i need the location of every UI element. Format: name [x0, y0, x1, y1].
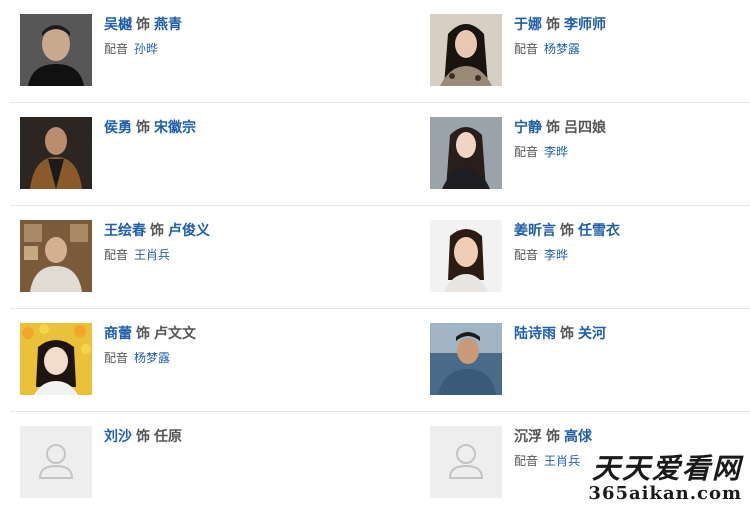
actor-photo[interactable]: [430, 220, 502, 292]
actor-name-link[interactable]: 宁静: [514, 120, 542, 136]
voice-actor-link[interactable]: 王肖兵: [134, 248, 170, 262]
voice-actor-link[interactable]: 杨梦露: [134, 351, 170, 365]
plays-separator: 饰: [136, 429, 150, 445]
dub-label: 配音: [514, 42, 539, 56]
plays-separator: 饰: [546, 17, 560, 33]
actor-photo[interactable]: [20, 14, 92, 86]
plays-separator: 饰: [136, 326, 150, 342]
role-name: 吕四娘: [564, 120, 606, 136]
actor-photo[interactable]: [430, 14, 502, 86]
plays-separator: 饰: [150, 223, 164, 239]
actor-name-link[interactable]: 姜昕言: [514, 223, 556, 239]
voice-actor-link[interactable]: 李晔: [544, 248, 568, 262]
actor-name-link[interactable]: 陆诗雨: [514, 326, 556, 342]
cast-row: 侯勇饰宋徽宗 宁静饰吕四娘 配音 李晔: [10, 103, 750, 206]
voice-actor-link[interactable]: 杨梦露: [544, 42, 580, 56]
cast-card: 侯勇饰宋徽宗: [20, 117, 350, 191]
actor-name-link[interactable]: 王绘春: [104, 223, 146, 239]
role-name-link[interactable]: 关河: [578, 326, 606, 342]
dub-label: 配音: [104, 248, 129, 262]
role-name-link[interactable]: 燕青: [154, 17, 182, 33]
dub-label: 配音: [104, 351, 129, 365]
cast-card: 姜昕言饰任雪衣 配音 李晔: [430, 220, 750, 294]
placeholder-avatar-icon[interactable]: [430, 426, 502, 498]
plays-separator: 饰: [560, 223, 574, 239]
cast-list: 吴樾饰燕青 配音 孙晔 于娜饰李师师 配音 杨梦露 侯勇 饰 宋徽宗 宁静 饰 …: [10, 0, 750, 515]
cast-row: 商蕾饰卢文文 配音 杨梦露 陆诗雨饰关河: [10, 309, 750, 412]
role-name-link[interactable]: 卢俊义: [168, 223, 210, 239]
actor-photo[interactable]: [430, 117, 502, 189]
plays-separator: 饰: [560, 326, 574, 342]
plays-separator: 饰: [136, 120, 150, 136]
actor-photo[interactable]: [430, 323, 502, 395]
role-name: 任原: [154, 429, 182, 445]
plays-separator: 饰: [546, 429, 560, 445]
watermark-logo-text: 天天爱看网: [591, 452, 742, 485]
plays-separator: 饰: [546, 120, 560, 136]
voice-actor-link[interactable]: 李晔: [544, 145, 568, 159]
cast-card: 商蕾饰卢文文 配音 杨梦露: [20, 323, 350, 397]
cast-card: 陆诗雨饰关河: [430, 323, 750, 397]
cast-card: 刘沙饰任原: [20, 426, 350, 500]
dub-label: 配音: [514, 454, 539, 468]
cast-row: 吴樾饰燕青 配音 孙晔 于娜饰李师师 配音 杨梦露: [10, 0, 750, 103]
actor-name-link[interactable]: 商蕾: [104, 326, 132, 342]
cast-card: 宁静饰吕四娘 配音 李晔: [430, 117, 750, 191]
role-name-link[interactable]: 任雪衣: [578, 223, 620, 239]
role-name-link[interactable]: 高俅: [564, 429, 592, 445]
role-name: 卢文文: [154, 326, 196, 342]
actor-name-link[interactable]: 于娜: [514, 17, 542, 33]
cast-card: 于娜饰李师师 配音 杨梦露: [430, 14, 750, 88]
role-name-link[interactable]: 李师师: [564, 17, 606, 33]
role-name-link[interactable]: 宋徽宗: [154, 120, 196, 136]
placeholder-avatar-icon[interactable]: [20, 426, 92, 498]
actor-name-link[interactable]: 侯勇: [104, 120, 132, 136]
actor-photo[interactable]: [20, 117, 92, 189]
plays-separator: 饰: [136, 17, 150, 33]
actor-name-link[interactable]: 刘沙: [104, 429, 132, 445]
watermark-url: 365aikan.com: [588, 483, 742, 504]
voice-actor-link[interactable]: 王肖兵: [544, 454, 580, 468]
cast-row: 王绘春饰卢俊义 配音 王肖兵 姜昕言饰任雪衣 配音 李晔: [10, 206, 750, 309]
dub-label: 配音: [514, 145, 539, 159]
voice-actor-link[interactable]: 孙晔: [134, 42, 158, 56]
actor-photo[interactable]: [20, 323, 92, 395]
site-watermark: 天天爱看网 365aikan.com: [588, 454, 742, 504]
dub-label: 配音: [514, 248, 539, 262]
cast-card: 吴樾饰燕青 配音 孙晔: [20, 14, 350, 88]
dub-label: 配音: [104, 42, 129, 56]
cast-card: 王绘春饰卢俊义 配音 王肖兵: [20, 220, 350, 294]
actor-name: 沉浮: [514, 429, 542, 445]
actor-photo[interactable]: [20, 220, 92, 292]
actor-name-link[interactable]: 吴樾: [104, 17, 132, 33]
